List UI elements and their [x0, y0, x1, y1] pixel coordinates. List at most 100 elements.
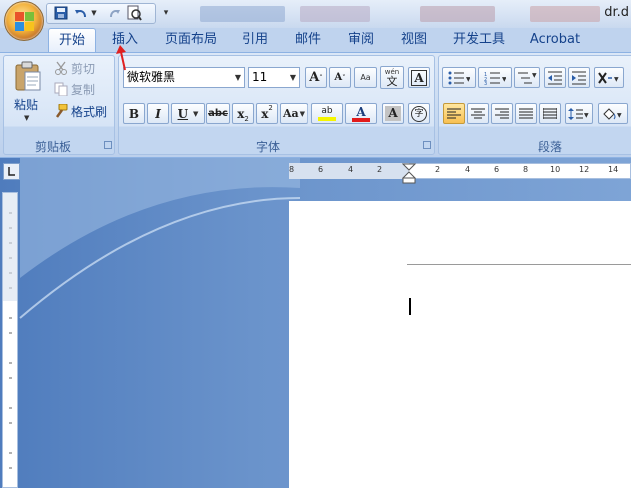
print-preview-icon[interactable]: [125, 4, 143, 22]
font-group-label: 字体: [255, 140, 280, 154]
separator: [307, 105, 308, 123]
indent-marker-icon[interactable]: [402, 163, 416, 185]
numbering-icon: 123▼: [484, 72, 506, 85]
tab-developer[interactable]: 开发工具: [446, 28, 512, 52]
align-center-icon: [471, 108, 485, 118]
paste-dropdown-icon: ▼: [24, 114, 30, 122]
increase-indent-button[interactable]: [568, 67, 590, 88]
tab-mailings[interactable]: 邮件: [286, 28, 330, 52]
paragraph-group-label: 段落: [537, 140, 562, 154]
text-highlight-button[interactable]: ab: [311, 103, 343, 124]
grow-font-button[interactable]: A ˄: [305, 67, 327, 88]
character-border-button[interactable]: A: [408, 67, 430, 88]
align-left-icon: [447, 108, 461, 118]
strikethrough-button[interactable]: abc: [206, 103, 230, 124]
italic-icon: I: [155, 106, 161, 121]
chevron-down-icon: ▼: [289, 73, 296, 82]
multilevel-list-button[interactable]: ▼: [514, 67, 540, 88]
shading-button[interactable]: ▼: [598, 103, 628, 124]
bold-icon: B: [128, 106, 140, 121]
bullets-button[interactable]: ▼: [442, 67, 476, 88]
tab-selector-button[interactable]: [3, 163, 20, 180]
tab-acrobat[interactable]: Acrobat: [524, 28, 586, 52]
paste-button[interactable]: 粘贴 ▼: [8, 58, 48, 128]
tab-page-layout[interactable]: 页面布局: [158, 28, 224, 52]
superscript-icon: x: [261, 106, 269, 121]
taskbar-tab: [420, 6, 495, 22]
undo-icon[interactable]: [72, 4, 90, 22]
font-launcher-icon[interactable]: [423, 141, 431, 149]
numbering-button[interactable]: 1 2 3 ▼: [478, 67, 512, 88]
font-color-button[interactable]: A: [345, 103, 377, 124]
copy-icon: [54, 82, 68, 96]
italic-button[interactable]: I: [147, 103, 169, 124]
phonetic-guide-button[interactable]: wén 文: [380, 66, 404, 89]
format-painter-button[interactable]: 格式刷: [54, 103, 114, 119]
font-size-value: 11: [252, 70, 268, 84]
copy-button[interactable]: 复制: [54, 81, 114, 97]
superscript-mark: 2: [268, 104, 273, 112]
cut-label: 剪切: [71, 62, 96, 76]
taskbar-tab: [200, 6, 285, 22]
multilevel-list-icon: ▼: [518, 72, 537, 83]
grow-font-icon: A: [309, 70, 320, 85]
svg-text:▼: ▼: [584, 112, 589, 119]
red-arrow-annotation: [116, 45, 126, 71]
header-separator-line: [407, 264, 631, 265]
underline-button[interactable]: U ▼: [171, 103, 205, 124]
justify-icon: [519, 108, 533, 118]
align-left-button[interactable]: [443, 103, 465, 124]
taskbar-tab: [300, 6, 370, 22]
subscript-button[interactable]: x2: [232, 103, 254, 124]
distributed-button[interactable]: [539, 103, 561, 124]
ruler-number: 4: [348, 165, 354, 174]
clipboard-launcher-icon[interactable]: [104, 141, 112, 149]
increase-indent-icon: [572, 71, 586, 84]
align-right-button[interactable]: [491, 103, 513, 124]
svg-text:▼: ▼: [617, 112, 622, 119]
enclose-characters-button[interactable]: 字: [408, 103, 430, 124]
svg-text:▼: ▼: [466, 76, 470, 83]
clear-formatting-icon: Aa: [360, 73, 371, 82]
ruler-number: 4: [465, 165, 471, 174]
tab-review[interactable]: 审阅: [339, 28, 383, 52]
svg-text:3: 3: [484, 81, 487, 85]
line-spacing-icon: ▼: [568, 107, 589, 120]
character-shading-button[interactable]: A: [382, 103, 404, 124]
text-cursor: [409, 298, 411, 315]
ruler-labels: 8 6 4 2 2 4 6 8 10 12 14: [289, 165, 631, 178]
cut-button[interactable]: 剪切: [54, 60, 114, 76]
ruler-number: 2: [377, 165, 383, 174]
tab-home[interactable]: 开始: [48, 28, 96, 52]
subscript-mark: 2: [244, 115, 249, 123]
subscript-icon: x: [237, 106, 245, 121]
font-size-combo[interactable]: 11 ▼: [248, 67, 300, 88]
align-center-button[interactable]: [467, 103, 489, 124]
customize-qat-icon[interactable]: ▾: [160, 4, 172, 22]
enclose-characters-icon: 字: [411, 105, 427, 122]
document-page[interactable]: [289, 201, 631, 488]
chinese-layout-button[interactable]: ▼: [594, 67, 624, 88]
office-button[interactable]: [4, 1, 44, 41]
superscript-button[interactable]: x2: [256, 103, 278, 124]
tab-references[interactable]: 引用: [233, 28, 277, 52]
bold-button[interactable]: B: [123, 103, 145, 124]
undo-dropdown-icon[interactable]: ▼: [90, 4, 98, 22]
font-color-icon: A: [356, 104, 366, 119]
chinese-layout-icon: ▼: [598, 71, 619, 84]
ruler-number: 12: [579, 165, 590, 174]
tab-view[interactable]: 视图: [392, 28, 436, 52]
redo-icon[interactable]: [105, 4, 123, 22]
vertical-ruler[interactable]: [2, 192, 18, 488]
change-case-button[interactable]: Aa ▼: [280, 103, 308, 124]
clear-formatting-button[interactable]: Aa: [354, 67, 377, 88]
office-logo-icon: [15, 12, 35, 32]
decrease-indent-button[interactable]: [544, 67, 566, 88]
shrink-font-button[interactable]: A ˅: [329, 67, 351, 88]
justify-button[interactable]: [515, 103, 537, 124]
window-title: dr.d: [604, 5, 629, 20]
line-spacing-button[interactable]: ▼: [565, 103, 593, 124]
save-icon[interactable]: [52, 4, 70, 22]
font-name-combo[interactable]: 微软雅黑 ▼: [123, 67, 245, 88]
highlight-color-swatch: [318, 117, 336, 121]
